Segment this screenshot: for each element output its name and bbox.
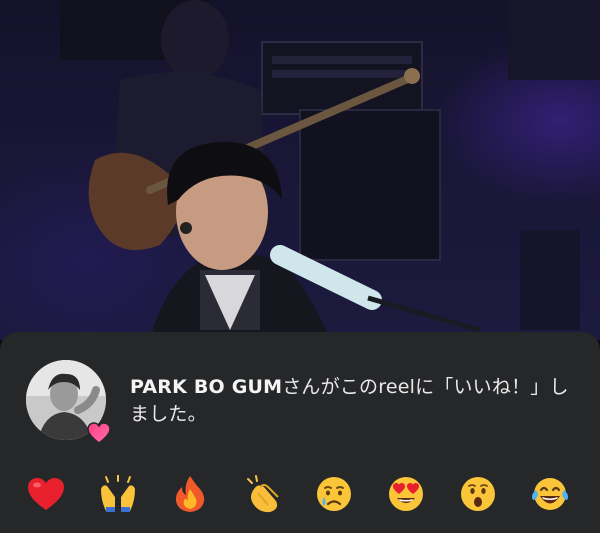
reaction-fire-icon[interactable] [168, 472, 212, 516]
reaction-tears-of-joy-icon[interactable] [528, 472, 572, 516]
reaction-raising-hands-icon[interactable] [96, 472, 140, 516]
emoji-reaction-bar [0, 472, 600, 516]
video-frame-illustration [60, 0, 600, 340]
reaction-red-heart-icon[interactable] [24, 472, 68, 516]
reel-video[interactable] [0, 0, 600, 340]
reaction-crying-face-icon[interactable] [312, 472, 356, 516]
reaction-clapping-hands-icon[interactable] [240, 472, 284, 516]
reaction-surprised-face-icon[interactable] [456, 472, 500, 516]
reaction-heart-eyes-icon[interactable] [384, 472, 428, 516]
like-message: PARK BO GUMさんがこのreelに「いいね！」しました。 [130, 374, 580, 428]
liker-avatar-wrap[interactable] [26, 360, 112, 446]
like-notification-sheet: PARK BO GUMさんがこのreelに「いいね！」しました。 [0, 332, 600, 533]
liker-username[interactable]: PARK BO GUM [130, 376, 282, 398]
reel-screen: PARK BO GUMさんがこのreelに「いいね！」しました。 [0, 0, 600, 533]
gradient-heart-icon [86, 420, 112, 446]
